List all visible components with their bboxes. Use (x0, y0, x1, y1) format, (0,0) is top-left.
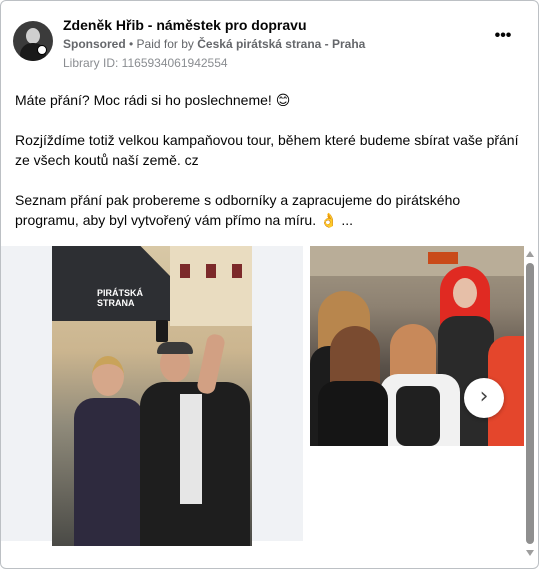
building-window (180, 264, 190, 278)
avatar-face (26, 28, 40, 44)
library-id: Library ID: 1165934061942554 (63, 56, 228, 70)
man-figure (140, 332, 250, 546)
woman-torso (74, 398, 144, 546)
post-paragraph-3: Seznam přání pak probereme s odborníky a… (15, 192, 461, 228)
page-avatar[interactable] (13, 21, 53, 61)
man-shirt (180, 394, 202, 504)
tent-logo-text: PIRÁTSKÁ STRANA (97, 288, 144, 308)
scroll-down-arrow-icon[interactable] (526, 550, 534, 556)
scroll-thumb[interactable] (526, 263, 534, 544)
chevron-right-icon: › (479, 384, 489, 409)
more-options-button[interactable]: ••• (492, 28, 514, 47)
woman-head (92, 356, 124, 396)
carousel-slide-1[interactable]: PIRÁTSKÁ STRANA (1, 246, 303, 546)
phone (156, 320, 168, 342)
media-carousel: PIRÁTSKÁ STRANA › (1, 246, 525, 546)
red-hair-person-face (453, 278, 477, 308)
post-header: Zdeněk Hřib - náměstek pro dopravu Spons… (13, 17, 514, 73)
paid-for-prefix: • Paid for by (125, 37, 198, 51)
page-name[interactable]: Zdeněk Hřib - náměstek pro dopravu (63, 17, 307, 33)
carousel-next-button[interactable]: › (464, 378, 504, 418)
street-building (310, 246, 524, 276)
pirate-tent: PIRÁTSKÁ STRANA (52, 246, 170, 321)
selfie-photo[interactable]: PIRÁTSKÁ STRANA (52, 246, 252, 546)
post-body-text: Máte přání? Moc rádi si ho poslechneme! … (15, 90, 525, 250)
sponsored-line: Sponsored • Paid for by Česká pirátská s… (63, 37, 365, 51)
building-window (232, 264, 242, 278)
backpack (396, 386, 440, 446)
sponsored-label: Sponsored (63, 37, 126, 51)
post-paragraph-2: Rozjíždíme totiž velkou kampaňovou tour,… (15, 132, 519, 168)
scroll-up-arrow-icon[interactable] (526, 251, 534, 257)
more-horizontal-icon: ••• (494, 27, 512, 44)
woman-figure (74, 356, 144, 546)
payer-name[interactable]: Česká pirátská strana - Praha (197, 37, 365, 51)
girl-2-body (318, 381, 388, 446)
avatar-badge-icon (37, 45, 47, 55)
photo-building (170, 246, 252, 326)
ad-post-card: Zdeněk Hřib - náměstek pro dopravu Spons… (0, 0, 539, 569)
vertical-scrollbar[interactable] (525, 251, 535, 556)
man-cap (157, 342, 193, 354)
building-window (206, 264, 216, 278)
post-paragraph-1: Máte přání? Moc rádi si ho poslechneme! … (15, 92, 291, 108)
shop-sign (428, 252, 458, 264)
